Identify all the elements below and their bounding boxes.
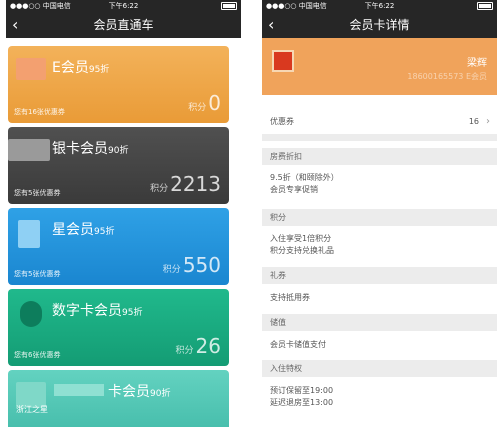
section-body: 预订保留至19:00 延迟退房至13:00: [262, 381, 497, 419]
section-line: 积分支持兑换礼品: [270, 246, 334, 255]
card-discount: 95折: [88, 65, 110, 75]
section-body: 9.5折（和颐除外） 会员专享促销: [262, 168, 497, 206]
card-name: 卡会员: [108, 384, 150, 400]
card-detail-screen: ●●●○○ 中国电信 下午6:22 ‹ 会员卡详情 梁辉 18600165573…: [262, 0, 497, 427]
member-card-e[interactable]: E会员95折 您有16张优惠券 积分 0: [8, 46, 229, 123]
card-name: 银卡会员: [52, 141, 108, 157]
card-coupons: 您有6张优惠券: [14, 351, 61, 359]
points-value: 26: [195, 334, 221, 358]
nav-bar: ‹ 会员直通车: [6, 12, 241, 38]
coupon-label: 优惠券: [270, 117, 294, 126]
page-title: 会员卡详情: [349, 18, 410, 32]
card-logo-icon: [16, 58, 46, 80]
status-bar: ●●●○○ 中国电信 下午6:22: [262, 0, 497, 12]
points-value: 2213: [170, 172, 221, 196]
card-discount: 90折: [108, 146, 129, 156]
section-line: 9.5折（和颐除外）: [270, 173, 339, 182]
page-title: 会员直通车: [93, 18, 154, 32]
member-card-partner[interactable]: 浙江之星 卡会员90折: [8, 370, 229, 427]
status-bar: ●●●○○ 中国电信 下午6:22: [6, 0, 241, 12]
coupon-count: 16: [468, 117, 479, 126]
back-arrow-icon[interactable]: ‹: [268, 12, 274, 38]
clock: 下午6:22: [364, 2, 395, 10]
user-id: 18600165573 E会员: [407, 72, 487, 81]
section-body: 入住享受1倍积分 积分支持兑换礼品: [262, 229, 497, 267]
section-body: 会员卡储值支付: [262, 334, 497, 356]
points-value: 0: [208, 91, 221, 115]
points-label: 积分: [188, 103, 207, 113]
brand-label: 浙江之星: [16, 405, 48, 414]
section-header: 入住特权: [262, 360, 497, 377]
section-header: 礼券: [262, 267, 497, 284]
card-header: 梁辉 18600165573 E会员: [262, 38, 497, 95]
section-line: 支持抵用券: [270, 293, 310, 302]
section-line: 预订保留至19:00: [270, 386, 334, 395]
card-coupons: 您有5张优惠券: [14, 189, 61, 197]
nav-bar: ‹ 会员卡详情: [262, 12, 497, 38]
section-header: 积分: [262, 209, 497, 226]
member-card-star[interactable]: 星会员95折 您有5张优惠券 积分 550: [8, 208, 229, 285]
section-line: 延迟退房至13:00: [270, 398, 334, 407]
card-name: 星会员: [52, 222, 94, 238]
card-logo-icon: [18, 220, 40, 248]
card-discount: 90折: [150, 389, 171, 399]
blurred-name: [54, 384, 104, 396]
battery-icon: [219, 0, 237, 12]
section-body: 支持抵用券: [262, 287, 497, 309]
coupon-row[interactable]: 优惠券 16 ›: [262, 110, 497, 134]
card-logo-icon: [8, 139, 50, 161]
divider: [262, 134, 497, 141]
card-discount: 95折: [94, 227, 115, 237]
section-line: 会员专享促销: [270, 185, 318, 194]
member-list-screen: ●●●○○ 中国电信 下午6:22 ‹ 会员直通车 E会员95折 您有16张优惠…: [6, 0, 241, 427]
card-discount: 95折: [122, 308, 143, 318]
user-name: 梁辉: [467, 58, 487, 69]
card-logo-icon: [20, 301, 42, 327]
chevron-right-icon: ›: [486, 116, 490, 127]
card-coupons: 您有5张优惠券: [14, 270, 61, 278]
clock: 下午6:22: [108, 2, 139, 10]
points-label: 积分: [162, 265, 181, 275]
section-line: 会员卡储值支付: [270, 340, 326, 349]
back-arrow-icon[interactable]: ‹: [12, 12, 18, 38]
section-line: 入住享受1倍积分: [270, 234, 332, 243]
card-coupons: 您有16张优惠券: [14, 108, 65, 116]
section-header: 房费折扣: [262, 148, 497, 165]
battery-icon: [475, 0, 493, 12]
section-header: 储值: [262, 314, 497, 331]
card-name: E会员: [52, 60, 89, 76]
points-label: 积分: [175, 346, 194, 356]
member-card-digital[interactable]: 数字卡会员95折 您有6张优惠券 积分 26: [8, 289, 229, 366]
card-name: 数字卡会员: [52, 303, 122, 319]
points-label: 积分: [150, 184, 169, 194]
member-card-silver[interactable]: 银卡会员90折 您有5张优惠券 积分 2213: [8, 127, 229, 204]
card-list: E会员95折 您有16张优惠券 积分 0 银卡会员90折 您有5张优惠券 积分 22…: [6, 38, 241, 427]
hotel-logo-icon: [272, 50, 294, 72]
points-value: 550: [182, 253, 221, 277]
